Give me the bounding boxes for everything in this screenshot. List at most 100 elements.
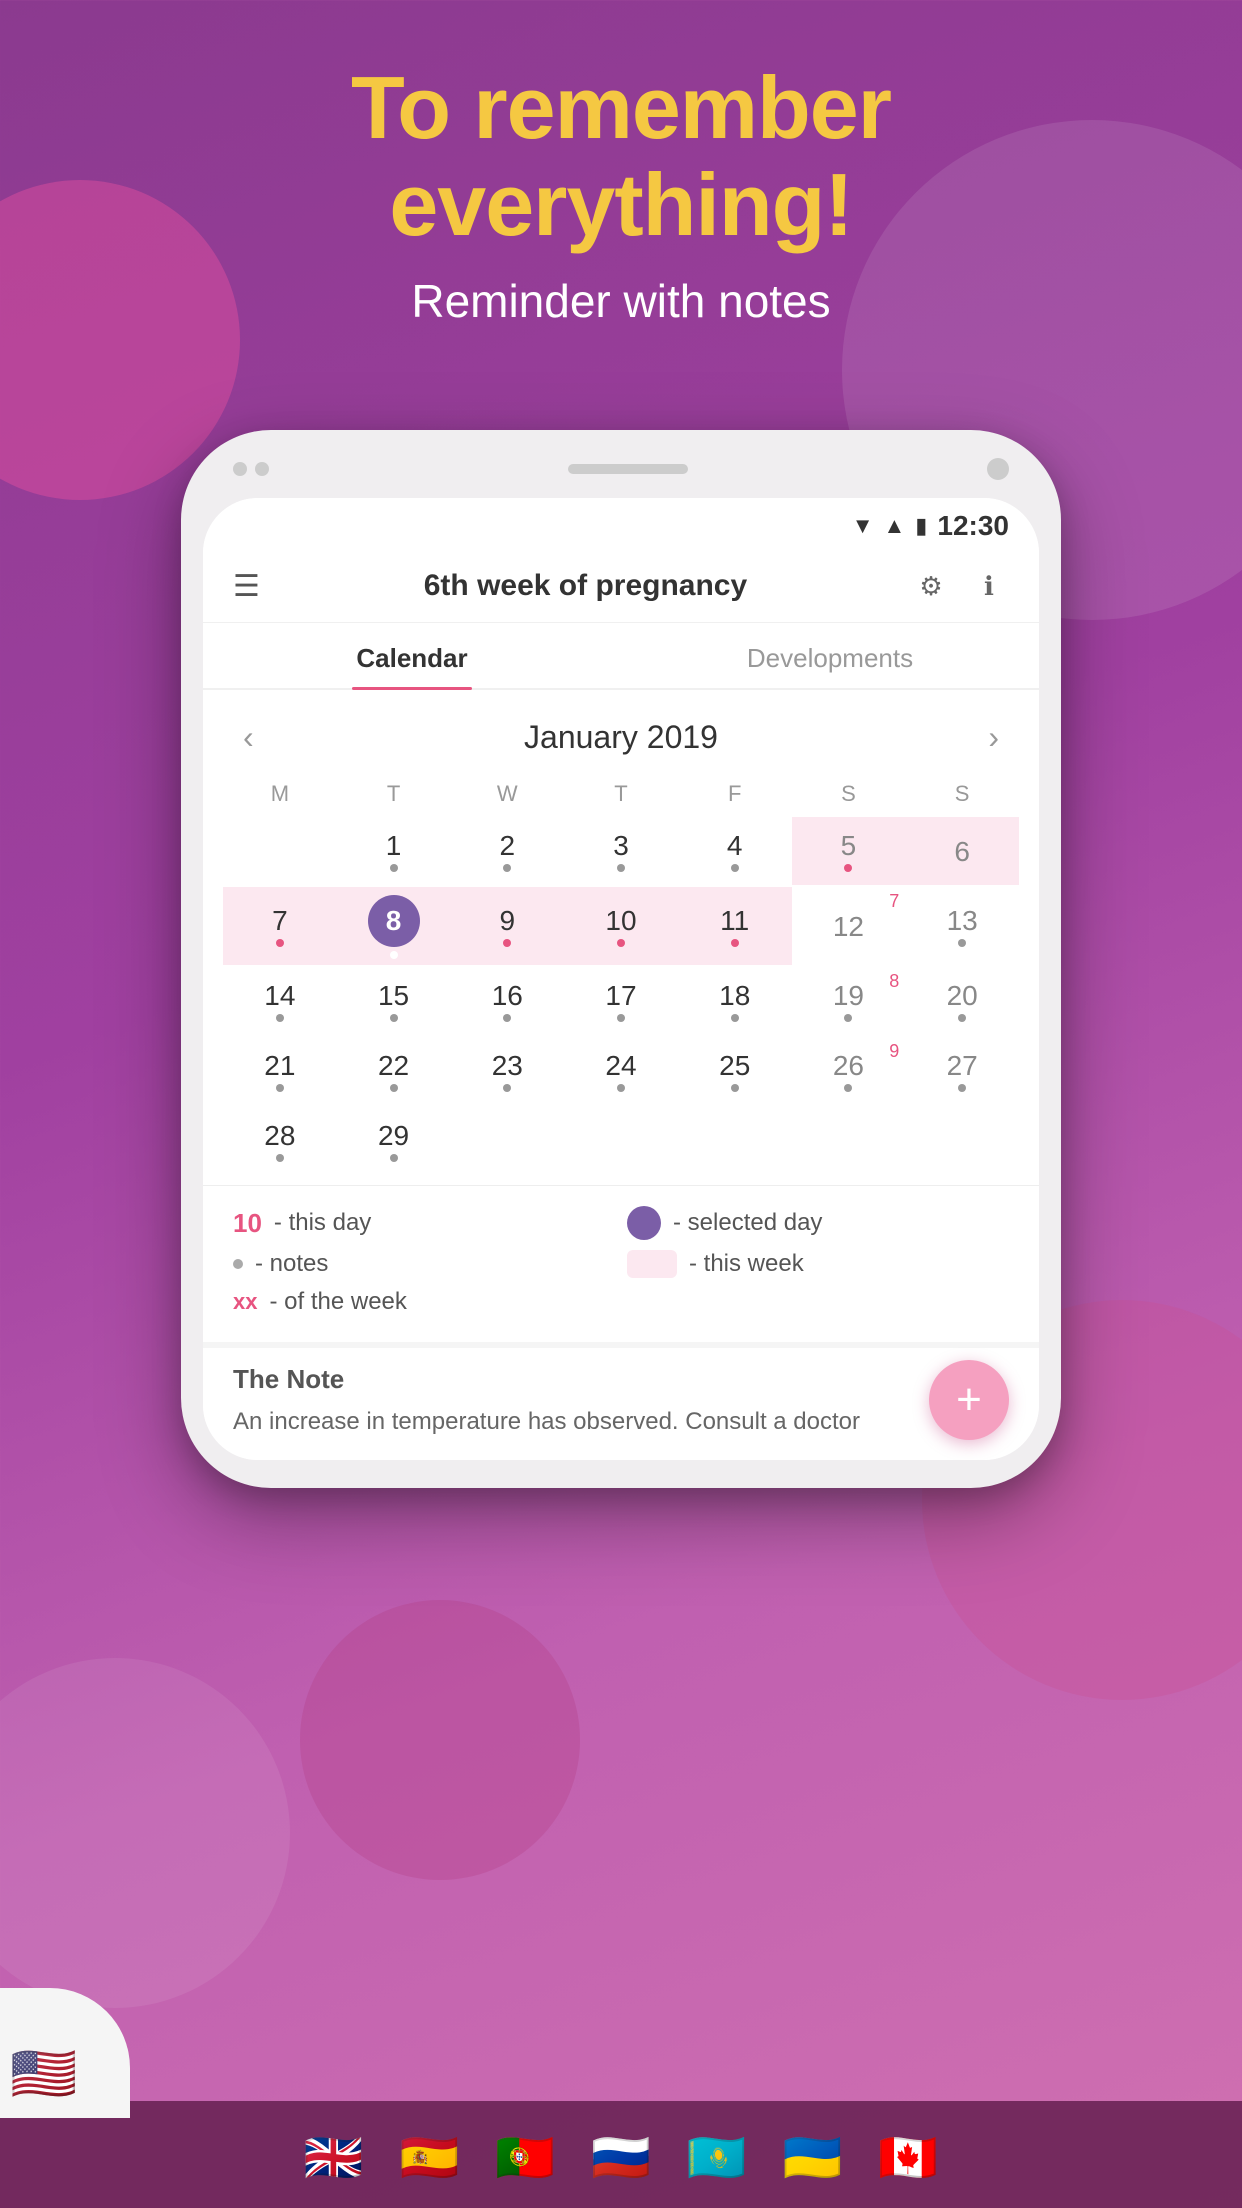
tab-developments[interactable]: Developments bbox=[621, 623, 1039, 688]
calendar-dot bbox=[617, 939, 625, 947]
phone-top-bar bbox=[203, 458, 1039, 498]
calendar-cell[interactable] bbox=[792, 1107, 906, 1175]
flag-icon[interactable]: 🇬🇧 bbox=[304, 2129, 364, 2186]
day-header-mon: M bbox=[223, 775, 337, 813]
calendar-day-number: 25 bbox=[719, 1052, 750, 1080]
menu-icon[interactable]: ☰ bbox=[233, 569, 260, 604]
calendar-cell[interactable]: 22 bbox=[337, 1037, 451, 1105]
calendar-cell[interactable] bbox=[905, 1107, 1019, 1175]
prev-month-button[interactable]: ‹ bbox=[233, 714, 264, 761]
calendar-day-number: 6 bbox=[954, 838, 970, 866]
legend-this-week: - this week bbox=[627, 1250, 1009, 1278]
tab-developments-label: Developments bbox=[747, 643, 913, 673]
flag-icon[interactable]: 🇷🇺 bbox=[591, 2129, 651, 2186]
calendar-day-number: 22 bbox=[378, 1052, 409, 1080]
calendar-day-number: 21 bbox=[264, 1052, 295, 1080]
flag-bar: 🇬🇧 🇪🇸 🇵🇹 🇷🇺 🇰🇿 🇺🇦 🇨🇦 bbox=[0, 2101, 1242, 2208]
calendar-week-number: 9 bbox=[889, 1041, 899, 1062]
calendar-dot bbox=[390, 951, 398, 959]
calendar-dot bbox=[731, 864, 739, 872]
calendar-cell[interactable] bbox=[450, 1107, 564, 1175]
calendar-cell[interactable]: 127 bbox=[792, 887, 906, 965]
calendar-cell[interactable]: 2 bbox=[450, 817, 564, 885]
calendar-dot bbox=[390, 1014, 398, 1022]
calendar-dot bbox=[731, 1084, 739, 1092]
calendar-dot bbox=[844, 1014, 852, 1022]
calendar-cell[interactable]: 4 bbox=[678, 817, 792, 885]
calendar-cell[interactable]: 6 bbox=[905, 817, 1019, 885]
fab-add-button[interactable]: + bbox=[929, 1360, 1009, 1440]
calendar-cell[interactable]: 25 bbox=[678, 1037, 792, 1105]
calendar-cell[interactable]: 9 bbox=[450, 887, 564, 965]
calendar-cell[interactable] bbox=[223, 817, 337, 885]
hero-title-line1: To remember bbox=[351, 58, 891, 157]
tab-calendar-label: Calendar bbox=[356, 643, 467, 673]
calendar-cell[interactable]: 198 bbox=[792, 967, 906, 1035]
calendar-dot bbox=[503, 1084, 511, 1092]
info-icon[interactable]: ℹ bbox=[969, 566, 1009, 606]
calendar-cell[interactable] bbox=[564, 1107, 678, 1175]
calendar-cell[interactable]: 15 bbox=[337, 967, 451, 1035]
legend-this-week-label: - this week bbox=[689, 1250, 804, 1278]
calendar-cell[interactable]: 1 bbox=[337, 817, 451, 885]
calendar-dot bbox=[617, 1014, 625, 1022]
calendar-cell[interactable]: 24 bbox=[564, 1037, 678, 1105]
calendar-cell[interactable]: 27 bbox=[905, 1037, 1019, 1105]
day-header-sun: S bbox=[905, 775, 1019, 813]
calendar-day-headers: M T W T F S S bbox=[223, 775, 1019, 813]
calendar-cell[interactable]: 10 bbox=[564, 887, 678, 965]
legend-selected-day-label: - selected day bbox=[673, 1209, 822, 1237]
calendar-cell[interactable]: 16 bbox=[450, 967, 564, 1035]
flag-icon[interactable]: 🇨🇦 bbox=[878, 2129, 938, 2186]
calendar-cell[interactable]: 11 bbox=[678, 887, 792, 965]
calendar-dot bbox=[958, 939, 966, 947]
calendar-cell[interactable]: 17 bbox=[564, 967, 678, 1035]
phone-dot-2 bbox=[255, 462, 269, 476]
calendar-dot bbox=[844, 1084, 852, 1092]
bg-decor-circle-5 bbox=[0, 1658, 290, 2008]
calendar-cell[interactable]: 5 bbox=[792, 817, 906, 885]
tab-calendar[interactable]: Calendar bbox=[203, 623, 621, 688]
calendar-dot bbox=[390, 1084, 398, 1092]
flag-icon[interactable]: 🇰🇿 bbox=[687, 2129, 747, 2186]
flag-icon[interactable]: 🇪🇸 bbox=[400, 2129, 460, 2186]
calendar-cell[interactable] bbox=[678, 1107, 792, 1175]
calendar-day-number: 3 bbox=[613, 832, 629, 860]
signal-icon: ▲ bbox=[883, 513, 905, 539]
calendar-nav: ‹ January 2019 › bbox=[223, 700, 1019, 775]
calendar-day-number: 16 bbox=[492, 982, 523, 1010]
calendar-dot bbox=[731, 1014, 739, 1022]
calendar-day-number: 15 bbox=[378, 982, 409, 1010]
phone-screen: ▼ ▲ ▮ 12:30 ☰ 6th week of pregnancy ⚙ ℹ … bbox=[203, 498, 1039, 1460]
calendar-cell[interactable]: 21 bbox=[223, 1037, 337, 1105]
calendar-cell[interactable]: 29 bbox=[337, 1107, 451, 1175]
calendar-cell[interactable]: 14 bbox=[223, 967, 337, 1035]
calendar-day-number: 23 bbox=[492, 1052, 523, 1080]
calendar-cell[interactable]: 18 bbox=[678, 967, 792, 1035]
calendar-cell[interactable]: 13 bbox=[905, 887, 1019, 965]
calendar-cell[interactable]: 7 bbox=[223, 887, 337, 965]
flag-icon[interactable]: 🇵🇹 bbox=[495, 2129, 555, 2186]
calendar-cell[interactable]: 3 bbox=[564, 817, 678, 885]
flag-icon[interactable]: 🇺🇦 bbox=[783, 2129, 843, 2186]
next-month-button[interactable]: › bbox=[978, 714, 1009, 761]
calendar-cell[interactable]: 8 bbox=[337, 887, 451, 965]
calendar-day-number: 17 bbox=[605, 982, 636, 1010]
legend-week-label: - of the week bbox=[269, 1288, 406, 1316]
phone-speaker bbox=[568, 464, 688, 474]
calendar-day-number: 5 bbox=[841, 832, 857, 860]
calendar-cell[interactable]: 28 bbox=[223, 1107, 337, 1175]
calendar-day-number: 4 bbox=[727, 832, 743, 860]
calendar-dot bbox=[276, 1014, 284, 1022]
legend-selected-circle bbox=[627, 1206, 661, 1240]
calendar-dot bbox=[617, 1084, 625, 1092]
hero-subtitle: Reminder with notes bbox=[0, 274, 1242, 328]
calendar-day-number: 20 bbox=[947, 982, 978, 1010]
calendar-cell[interactable]: 269 bbox=[792, 1037, 906, 1105]
settings-icon[interactable]: ⚙ bbox=[911, 566, 951, 606]
hero-title: To remember everything! bbox=[0, 60, 1242, 254]
calendar-cell[interactable]: 20 bbox=[905, 967, 1019, 1035]
calendar-cell[interactable]: 23 bbox=[450, 1037, 564, 1105]
day-header-wed: W bbox=[450, 775, 564, 813]
hero-title-line2: everything! bbox=[389, 155, 852, 254]
